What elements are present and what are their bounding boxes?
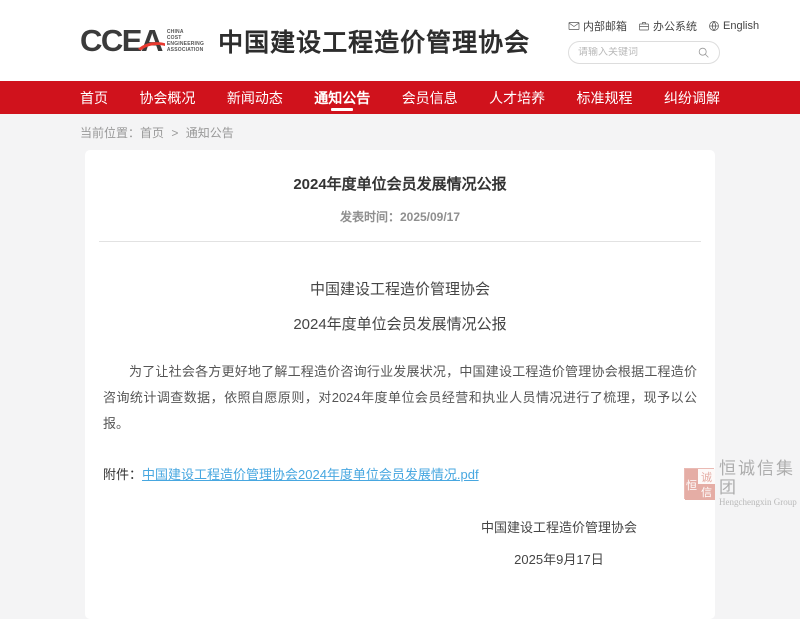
- signature-date: 2025年9月17日: [481, 549, 637, 568]
- hengchengxin-logo-icon: 恒 诚 信: [684, 468, 714, 499]
- header-left: CCEA CHINA COST ENGINEERING ASSOCIATION …: [80, 23, 530, 59]
- english-link[interactable]: English: [708, 20, 759, 32]
- publish-date-row: 发表时间：2025/09/17: [85, 208, 715, 225]
- search-box: [568, 41, 720, 64]
- search-input[interactable]: [578, 47, 697, 58]
- search-icon[interactable]: [697, 46, 710, 59]
- publish-date-value: 2025/09/17: [400, 210, 460, 224]
- active-tab-underline: [331, 108, 353, 111]
- attachment-pdf-link[interactable]: 中国建设工程造价管理协会2024年度单位会员发展情况.pdf: [142, 467, 479, 482]
- nav-item-standards[interactable]: 标准规程: [577, 81, 633, 114]
- quick-links: 内部邮箱 办公系统 English: [568, 18, 759, 34]
- ccea-logo-acronym: CCEA: [80, 25, 162, 56]
- publish-date-label: 发表时间：: [340, 210, 400, 224]
- logo-char-top-right: 诚: [698, 469, 715, 484]
- doc-paragraph: 为了让社会各方更好地了解工程造价咨询行业发展状况，中国建设工程造价管理协会根据工…: [103, 359, 697, 437]
- watermark-name-en: Hengchengxin Group: [719, 497, 800, 508]
- globe-icon: [708, 20, 720, 32]
- site-header: CCEA CHINA COST ENGINEERING ASSOCIATION …: [0, 0, 800, 81]
- logo-red-swoosh-icon: [138, 41, 165, 51]
- ccea-logo-subtext: CHINA COST ENGINEERING ASSOCIATION: [167, 29, 204, 53]
- nav-item-news[interactable]: 新闻动态: [227, 81, 283, 114]
- quick-link-label: English: [723, 20, 759, 32]
- breadcrumb: 当前位置：首页 > 通知公告: [80, 124, 720, 141]
- breadcrumb-bar: 当前位置：首页 > 通知公告: [0, 114, 800, 150]
- nav-item-member-info[interactable]: 会员信息: [402, 81, 458, 114]
- quick-link-label: 办公系统: [653, 18, 697, 34]
- quick-link-label: 内部邮箱: [583, 18, 627, 34]
- office-system-link[interactable]: 办公系统: [638, 18, 697, 34]
- nav-item-association-overview[interactable]: 协会概况: [139, 81, 195, 114]
- mail-icon: [568, 20, 580, 32]
- title-divider: [99, 241, 701, 242]
- breadcrumb-separator: >: [171, 126, 178, 140]
- briefcase-icon: [638, 20, 650, 32]
- header-right: 内部邮箱 办公系统 English: [568, 18, 720, 64]
- nav-item-label: 通知公告: [314, 88, 370, 108]
- site-title: 中国建设工程造价管理协会: [218, 23, 530, 59]
- nav-item-talent-training[interactable]: 人才培养: [489, 81, 545, 114]
- breadcrumb-home-link[interactable]: 首页: [140, 126, 164, 140]
- doc-heading-org: 中国建设工程造价管理协会: [85, 278, 715, 299]
- article-title: 2024年度单位会员发展情况公报: [85, 173, 715, 194]
- hengchengxin-watermark: 恒 诚 信 恒诚信集团 Hengchengxin Group: [684, 459, 800, 508]
- breadcrumb-label: 当前位置：: [80, 126, 140, 140]
- attachment-row: 附件：中国建设工程造价管理协会2024年度单位会员发展情况.pdf: [103, 464, 697, 483]
- ccea-logo[interactable]: CCEA CHINA COST ENGINEERING ASSOCIATION: [80, 25, 204, 56]
- internal-mail-link[interactable]: 内部邮箱: [568, 18, 627, 34]
- nav-item-dispute-mediation[interactable]: 纠纷调解: [664, 81, 720, 114]
- logo-char-left: 恒: [685, 469, 698, 500]
- doc-heading-title: 2024年度单位会员发展情况公报: [85, 313, 715, 334]
- signature-block: 中国建设工程造价管理协会 2025年9月17日: [85, 517, 715, 569]
- main-nav: 首页 协会概况 新闻动态 通知公告 会员信息 人才培养 标准规程 纠纷调解: [0, 81, 800, 114]
- watermark-text: 恒诚信集团 Hengchengxin Group: [719, 459, 800, 508]
- watermark-name-cn: 恒诚信集团: [719, 459, 800, 497]
- breadcrumb-current: 通知公告: [186, 126, 234, 140]
- logo-char-bottom-right: 信: [698, 484, 715, 500]
- nav-item-notices[interactable]: 通知公告: [314, 81, 370, 114]
- nav-item-home[interactable]: 首页: [80, 81, 108, 114]
- attachment-label: 附件：: [103, 467, 142, 482]
- article-card: 2024年度单位会员发展情况公报 发表时间：2025/09/17 中国建设工程造…: [85, 150, 715, 619]
- signature-org: 中国建设工程造价管理协会: [481, 517, 637, 536]
